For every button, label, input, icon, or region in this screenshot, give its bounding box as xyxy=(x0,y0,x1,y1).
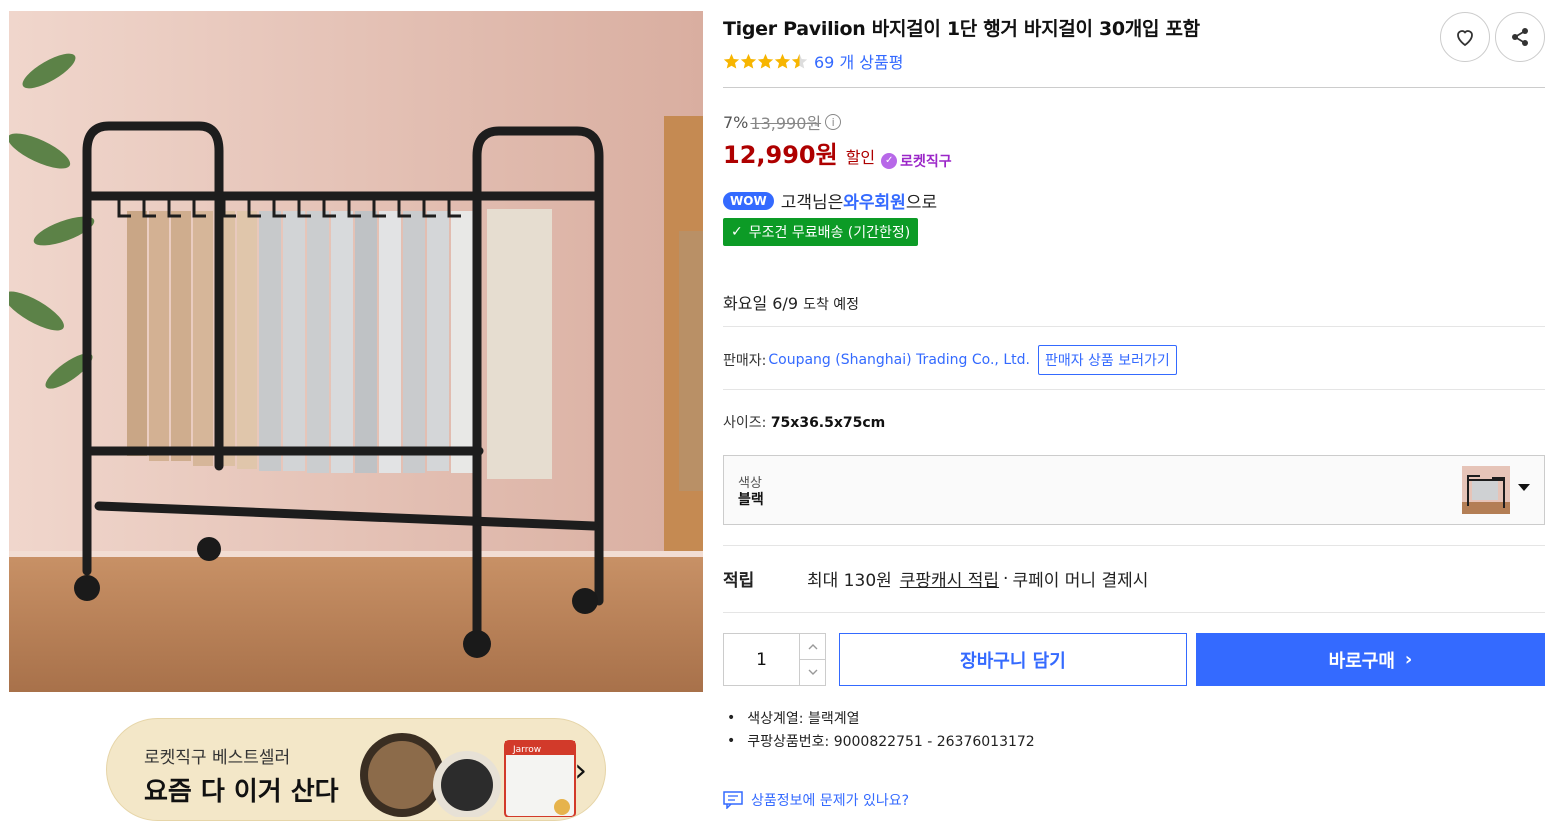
size-row: 사이즈: 75x36.5x75cm xyxy=(723,412,885,432)
points-tail: 쿠페이 머니 결제시 xyxy=(1012,571,1149,591)
seller-products-button[interactable]: 판매자 상품 보러가기 xyxy=(1037,345,1177,375)
rocket-label: 로켓직구 xyxy=(900,153,952,170)
quantity-steppers xyxy=(799,634,825,685)
color-option-select[interactable]: 색상 블랙 xyxy=(723,455,1545,525)
free-shipping-label: 무조건 무료배송 (기간한정) xyxy=(748,225,911,241)
wow-suffix: 으로 xyxy=(905,193,938,213)
quantity-stepper[interactable]: 1 xyxy=(723,633,826,686)
list-item: 색상계열: 블랙계열 xyxy=(723,706,1035,729)
points-amount: 최대 130원 xyxy=(807,571,892,591)
chevron-down-icon xyxy=(808,669,817,675)
chevron-right-icon: › xyxy=(574,751,587,789)
wishlist-button[interactable] xyxy=(1440,12,1490,62)
points-label: 적립 xyxy=(723,571,755,591)
banner-subtitle: 로켓직구 베스트셀러 xyxy=(144,748,291,768)
discount-rate: 7% xyxy=(723,112,749,132)
price-row: 12,990원 할인 ✓ 로켓직구 xyxy=(723,135,952,171)
star-icon xyxy=(740,53,757,69)
star-icon xyxy=(774,53,791,69)
rocket-icon: ✓ xyxy=(881,152,898,169)
size-label: 사이즈: xyxy=(723,415,767,431)
product-main-image[interactable] xyxy=(9,11,703,692)
chevron-right-icon: › xyxy=(1404,649,1413,670)
list-item: 쿠팡상품번호: 9000822751 - 26376013172 xyxy=(723,729,1034,752)
review-count-link[interactable]: 69 개 상품평 xyxy=(814,49,903,73)
wow-member-row: WOW 고객님은 와우회원 으로 xyxy=(723,188,937,213)
free-shipping-badge: ✓ 무조건 무료배송 (기간한정) xyxy=(723,218,919,246)
arrival-day: 화요일 6/9 xyxy=(723,294,798,313)
message-icon xyxy=(723,791,743,809)
quantity-decrease-button[interactable] xyxy=(800,660,825,685)
arrival-estimate: 화요일 6/9 도착 예정 xyxy=(723,290,859,314)
quantity-increase-button[interactable] xyxy=(800,634,825,660)
star-rating xyxy=(723,53,808,70)
report-product-info-link[interactable]: 상품정보에 문제가 있나요? xyxy=(723,790,909,810)
option-thumbnail xyxy=(1462,466,1510,514)
divider xyxy=(723,87,1545,88)
discount-row: 7% 13,990원 i xyxy=(723,110,842,134)
wow-badge: WOW xyxy=(723,191,774,210)
seller-row: 판매자: Coupang (Shanghai) Trading Co., Ltd… xyxy=(723,345,1177,375)
rocket-bestseller-banner[interactable]: 로켓직구 베스트셀러 요즘 다 이거 산다 Jarrow › xyxy=(106,718,606,821)
star-icon xyxy=(757,53,774,69)
divider xyxy=(723,545,1545,546)
points-separator: · xyxy=(1003,568,1009,589)
divider xyxy=(723,389,1545,390)
check-icon: ✓ xyxy=(731,224,743,240)
chevron-up-icon xyxy=(808,644,817,650)
wow-member-text: 와우회원 xyxy=(843,193,906,213)
chevron-down-icon xyxy=(1518,484,1530,491)
product-title: Tiger Pavilion 바지걸이 1단 행거 바지걸이 30개입 포함 xyxy=(723,18,1200,40)
info-icon[interactable]: i xyxy=(825,114,842,130)
banner-product-label: Jarrow xyxy=(512,745,541,755)
product-rating[interactable]: 69 개 상품평 xyxy=(723,49,903,73)
buy-now-label: 바로구매 xyxy=(1328,650,1395,672)
points-row: 적립 최대 130원 쿠팡캐시 적립 · 쿠페이 머니 결제시 xyxy=(723,566,1149,592)
rocket-direct-badge: ✓ 로켓직구 xyxy=(881,151,952,171)
banner-title: 요즘 다 이거 산다 xyxy=(144,777,339,807)
seller-name-link[interactable]: Coupang (Shanghai) Trading Co., Ltd. xyxy=(768,352,1030,368)
option-value: 블랙 xyxy=(738,492,764,508)
wow-prefix: 고객님은 xyxy=(780,193,844,213)
original-price: 13,990원 xyxy=(750,114,822,133)
divider xyxy=(723,612,1545,613)
share-button[interactable] xyxy=(1495,12,1545,62)
add-to-cart-button[interactable]: 장바구니 담기 xyxy=(839,633,1187,686)
share-icon xyxy=(1512,28,1528,46)
banner-products-image: Jarrow xyxy=(360,733,576,817)
size-value: 75x36.5x75cm xyxy=(770,415,886,431)
half-star-icon xyxy=(791,53,808,69)
sale-price: 12,990원 xyxy=(723,141,838,169)
product-details-list: 색상계열: 블랙계열 쿠팡상품번호: 9000822751 - 26376013… xyxy=(723,706,1035,752)
sale-label: 할인 xyxy=(845,148,876,167)
buy-now-button[interactable]: 바로구매 › xyxy=(1196,633,1545,686)
divider xyxy=(723,326,1545,327)
seller-label: 판매자: xyxy=(723,353,767,369)
heart-icon xyxy=(1457,30,1473,47)
quantity-input[interactable]: 1 xyxy=(724,634,799,685)
report-label: 상품정보에 문제가 있나요? xyxy=(751,793,910,809)
star-icon xyxy=(723,53,740,69)
coupang-cash-link[interactable]: 쿠팡캐시 적립 xyxy=(900,566,999,591)
arrival-suffix: 도착 예정 xyxy=(803,297,860,313)
